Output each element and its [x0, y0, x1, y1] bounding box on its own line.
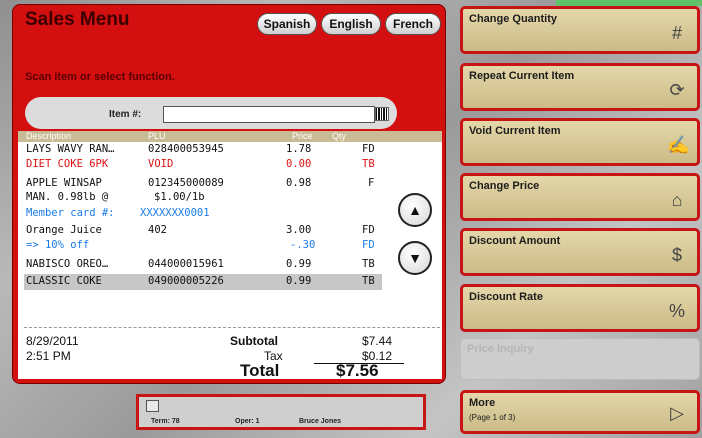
receipt-line[interactable]: LAYS WAVY RAN… 028400053945 1.78 FD	[18, 143, 442, 157]
page-title: Sales Menu	[25, 9, 130, 30]
status-bar: Term: 78 Oper: 1 Bruce Jones	[136, 394, 426, 430]
line-description: MAN. 0.98lb @	[26, 191, 109, 203]
percent-icon: %	[668, 301, 685, 321]
line-code: F	[368, 177, 375, 189]
scroll-down-button[interactable]: ▼	[398, 241, 432, 275]
line-description: => 10% off	[26, 239, 90, 251]
line-code: FD	[362, 143, 375, 155]
receipt-line-discount: => 10% off -.30 FD	[18, 239, 442, 253]
receipt-column-header: Description PLU Price Qty	[18, 131, 442, 142]
barcode-icon[interactable]	[375, 107, 389, 121]
discount-rate-button[interactable]: Discount Rate %	[460, 284, 700, 332]
spanish-button[interactable]: Spanish	[257, 13, 317, 35]
void-hand-icon: ✍	[667, 135, 690, 155]
line-plu: 402	[148, 224, 167, 236]
item-label: Item #:	[109, 109, 142, 120]
button-label: Void Current Item	[469, 125, 561, 137]
change-price-button[interactable]: Change Price ⌂	[460, 173, 700, 221]
instruction-text: Scan item or select function.	[25, 71, 175, 83]
line-plu: 044000015961	[148, 258, 224, 270]
line-price: 0.98	[286, 177, 312, 189]
line-plu: 028400053945	[148, 143, 224, 155]
receipt-line-voided[interactable]: DIET COKE 6PK VOID 0.00 TB	[18, 158, 442, 172]
dollar-icon: $	[671, 245, 682, 265]
hash-icon: #	[671, 23, 682, 43]
change-quantity-button[interactable]: Change Quantity #	[460, 6, 700, 54]
line-price: 0.99	[286, 258, 312, 270]
chevron-down-icon: ▼	[408, 250, 422, 266]
page-indicator: (Page 1 of 3)	[469, 413, 516, 422]
line-description: LAYS WAVY RAN…	[26, 143, 115, 155]
line-description: NABISCO OREO…	[26, 258, 109, 270]
line-description: DIET COKE 6PK	[26, 158, 109, 170]
operator-name: Bruce Jones	[299, 418, 342, 425]
total-value: $7.56	[336, 361, 379, 380]
repeat-icon: ⟳	[669, 80, 685, 100]
scroll-up-button[interactable]: ▲	[398, 193, 432, 227]
french-button[interactable]: French	[385, 13, 441, 35]
receipt-line-weight: MAN. 0.98lb @ $1.00/1b	[18, 191, 442, 205]
operator-number: Oper: 1	[235, 418, 260, 425]
line-code: TB	[362, 158, 375, 170]
line-code: TB	[362, 258, 375, 270]
button-label: Change Quantity	[469, 13, 558, 25]
total-label: Total	[240, 361, 280, 380]
column-description: Description	[26, 131, 72, 141]
column-qty: Qty	[332, 131, 347, 141]
price-inquiry-button: Price Inquiry	[460, 338, 700, 380]
item-input[interactable]	[163, 106, 375, 123]
receipt-line-selected[interactable]: CLASSIC COKE 049000005226 0.99 TB	[24, 274, 382, 290]
line-price: 0.99	[286, 275, 312, 287]
line-description: Orange Juice	[26, 224, 102, 236]
line-price: 3.00	[286, 224, 312, 236]
line-plu: 012345000089	[148, 177, 224, 189]
line-plu: VOID	[148, 158, 174, 170]
receipt-line-member: Member card #: XXXXXXX0001	[18, 207, 442, 221]
line-price: -.30	[290, 239, 316, 251]
line-code: FD	[362, 239, 375, 251]
button-label: Change Price	[469, 180, 540, 192]
transaction-time: 2:51 PM	[26, 349, 71, 363]
line-price: 0.00	[286, 158, 312, 170]
line-code: FD	[362, 224, 375, 236]
button-label: Price Inquiry	[467, 343, 534, 355]
price-tag-icon: ⌂	[671, 190, 683, 210]
terminal-number: Term: 78	[151, 418, 180, 425]
line-description: CLASSIC COKE	[26, 275, 102, 287]
line-unit-price: $1.00/1b	[154, 191, 205, 203]
receipt-line[interactable]: APPLE WINSAP 012345000089 0.98 F	[18, 177, 442, 191]
button-label: More	[469, 397, 496, 409]
next-arrow-icon: ▷	[670, 403, 684, 423]
line-description: Member card #:	[26, 207, 115, 219]
line-description: APPLE WINSAP	[26, 177, 102, 189]
button-label: Discount Rate	[469, 291, 543, 303]
english-button[interactable]: English	[321, 13, 381, 35]
column-price: Price	[292, 131, 313, 141]
column-plu: PLU	[148, 131, 166, 141]
repeat-current-item-button[interactable]: Repeat Current Item ⟳	[460, 63, 700, 111]
button-label: Discount Amount	[469, 235, 561, 247]
totals-divider	[24, 327, 440, 328]
member-card-number: XXXXXXX0001	[140, 207, 210, 219]
receipt-line[interactable]: Orange Juice 402 3.00 FD	[18, 224, 442, 238]
void-current-item-button[interactable]: Void Current Item ✍	[460, 118, 700, 166]
terminal-icon	[146, 400, 159, 412]
subtotal-label: Subtotal	[230, 334, 278, 348]
line-plu: 049000005226	[148, 275, 224, 287]
discount-amount-button[interactable]: Discount Amount $	[460, 228, 700, 276]
receipt-line[interactable]: NABISCO OREO… 044000015961 0.99 TB	[18, 258, 442, 272]
receipt-panel: Description PLU Price Qty LAYS WAVY RAN……	[18, 131, 442, 380]
transaction-date: 8/29/2011	[26, 334, 79, 348]
button-label: Repeat Current Item	[469, 70, 575, 82]
line-code: TB	[362, 275, 375, 287]
chevron-up-icon: ▲	[408, 202, 422, 218]
line-price: 1.78	[286, 143, 312, 155]
more-button[interactable]: More (Page 1 of 3) ▷	[460, 390, 700, 434]
subtotal-value: $7.44	[362, 334, 393, 348]
